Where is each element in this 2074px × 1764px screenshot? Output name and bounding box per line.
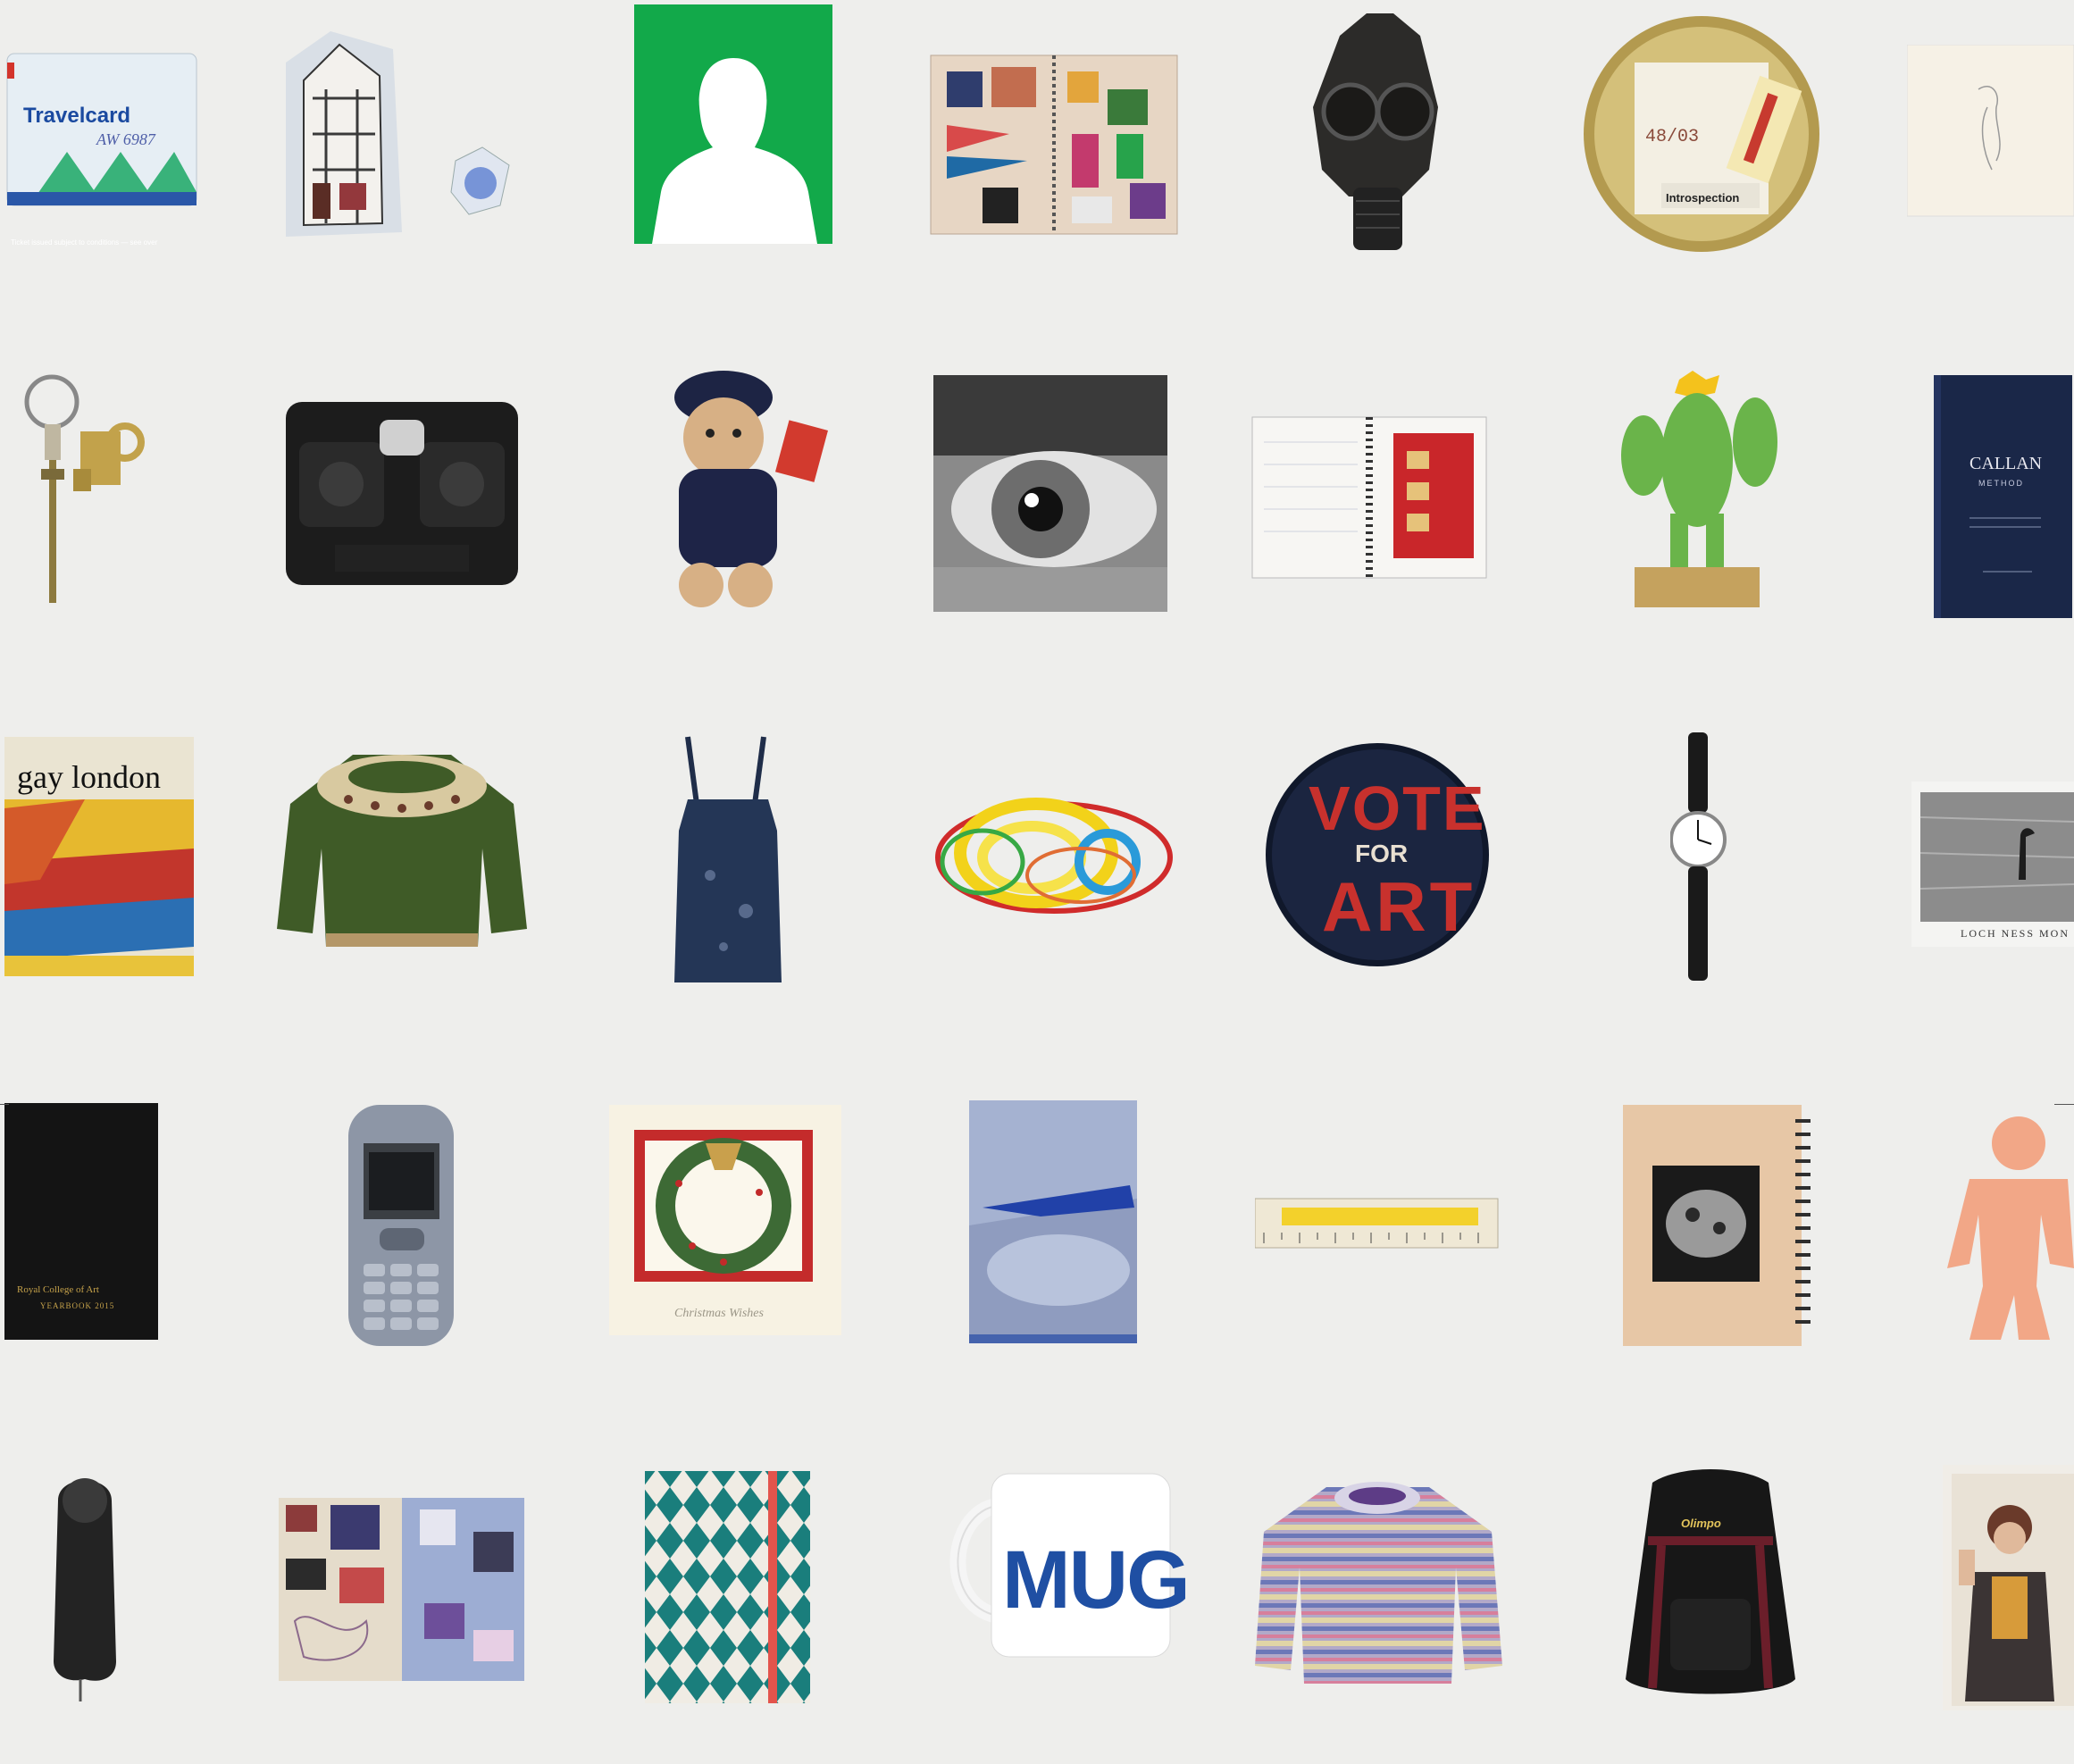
mug: MUG — [929, 1469, 1224, 1737]
ruler — [1255, 1197, 1550, 1465]
mug-text: MUG — [1002, 1534, 1191, 1626]
spiral-notebook-icon — [1623, 1105, 1811, 1346]
silhouette-icon — [634, 4, 832, 244]
police-teddy-bear — [639, 371, 933, 639]
wreath-card-icon — [609, 1105, 841, 1335]
photo-print — [1943, 1465, 2074, 1733]
ruler-icon — [1255, 1198, 1499, 1249]
collage — [277, 1496, 572, 1764]
object-grid: Travelcard AW 6987 Ticket issued subject… — [0, 0, 2074, 1710]
spiral-notebook — [1621, 1103, 1916, 1371]
travelcard-icon — [6, 53, 197, 206]
apron-icon — [674, 736, 782, 982]
silhouette-card — [634, 4, 929, 272]
keys-icon — [24, 374, 145, 603]
pink-figurine — [1934, 1108, 2074, 1375]
tangled-wires — [929, 777, 1224, 1045]
postcard-caption: LOCH NESS MON — [1961, 927, 2070, 940]
gay-london-title: gay london — [17, 759, 161, 795]
wreath-card: Christmas Wishes — [607, 1103, 902, 1371]
travelcard-title: Travelcard — [23, 104, 131, 128]
gas-mask-icon — [1313, 13, 1438, 250]
loch-ness-postcard: LOCH NESS MON — [1911, 782, 2074, 1049]
scrapbook-icon — [930, 54, 1178, 235]
eye-photo-icon — [933, 375, 1167, 612]
backpack-icon — [1626, 1469, 1795, 1694]
badge-line-3: ART — [1322, 867, 1476, 946]
sweater — [272, 750, 567, 1018]
film-can-icon — [1584, 16, 1819, 252]
travelcard-footer: Ticket issued subject to conditions — se… — [11, 238, 158, 247]
sketch-paper — [1907, 45, 2074, 313]
gay-london-book: gay london — [4, 737, 299, 1005]
cactus-sculpture — [1599, 371, 1894, 639]
badge-line-1: VOTE — [1309, 773, 1486, 843]
crop-mark — [0, 1104, 9, 1105]
photo-icon — [1943, 1465, 2074, 1710]
print-icon — [969, 1100, 1137, 1343]
eye-photo — [933, 375, 1228, 643]
film-can: 48/03 Introspection — [1581, 9, 1876, 277]
figurine-icon — [1947, 1116, 2074, 1340]
film-can-number: 48/03 — [1645, 127, 1700, 147]
mobile-phone-icon — [348, 1105, 454, 1346]
blue-print — [969, 1100, 1264, 1368]
travelcard: Travelcard AW 6987 Ticket issued subject… — [0, 45, 295, 313]
badge-line-2: FOR — [1355, 840, 1409, 867]
jumper-icon — [1255, 1482, 1502, 1684]
notebook — [1250, 415, 1545, 683]
house-illustration-icon — [286, 31, 510, 237]
wires-icon — [935, 798, 1173, 914]
callan-book-subtitle: METHOD — [1978, 479, 2024, 488]
sweater-icon — [277, 755, 527, 947]
viewmaster — [281, 397, 576, 665]
rca-yearbook: Royal College of Art YEARBOOK 2015 — [4, 1103, 299, 1371]
callan-book-title: CALLAN — [1969, 454, 2043, 473]
backpack-brand: Olimpo — [1681, 1517, 1721, 1530]
backpack: Olimpo — [1599, 1465, 1894, 1733]
notebook-icon — [1251, 416, 1487, 579]
film-can-label: Introspection — [1666, 191, 1740, 205]
vote-for-art-badge: VOTE FOR ART — [1264, 741, 1559, 1009]
gas-mask — [1286, 9, 1581, 277]
knit-jumper — [1250, 1478, 1545, 1746]
sketch-icon — [1907, 45, 2074, 217]
finger-sculpture-icon — [54, 1478, 116, 1701]
book-icon — [1934, 375, 2072, 618]
notebook-icon — [645, 1471, 810, 1703]
postcard-icon — [1911, 782, 2074, 947]
yearbook-line-1: Royal College of Art — [17, 1284, 99, 1295]
crop-mark — [2054, 1104, 2074, 1105]
apron — [656, 732, 951, 1000]
house-illustration — [277, 27, 572, 295]
yearbook-line-2: YEARBOOK 2015 — [40, 1301, 115, 1310]
scrapbook — [929, 54, 1224, 322]
viewmaster-icon — [286, 402, 518, 585]
teddy-bear-icon — [674, 371, 828, 607]
collage-icon — [279, 1498, 524, 1681]
travelcard-number: AW 6987 — [96, 130, 155, 148]
mobile-phone — [344, 1103, 639, 1371]
watch-icon — [1670, 732, 1727, 981]
cactus-icon — [1621, 371, 1777, 607]
wreath-caption: Christmas Wishes — [674, 1307, 764, 1320]
callan-book: CALLAN METHOD — [1934, 375, 2074, 643]
harlequin-notebook — [643, 1469, 938, 1737]
keys — [9, 371, 304, 639]
